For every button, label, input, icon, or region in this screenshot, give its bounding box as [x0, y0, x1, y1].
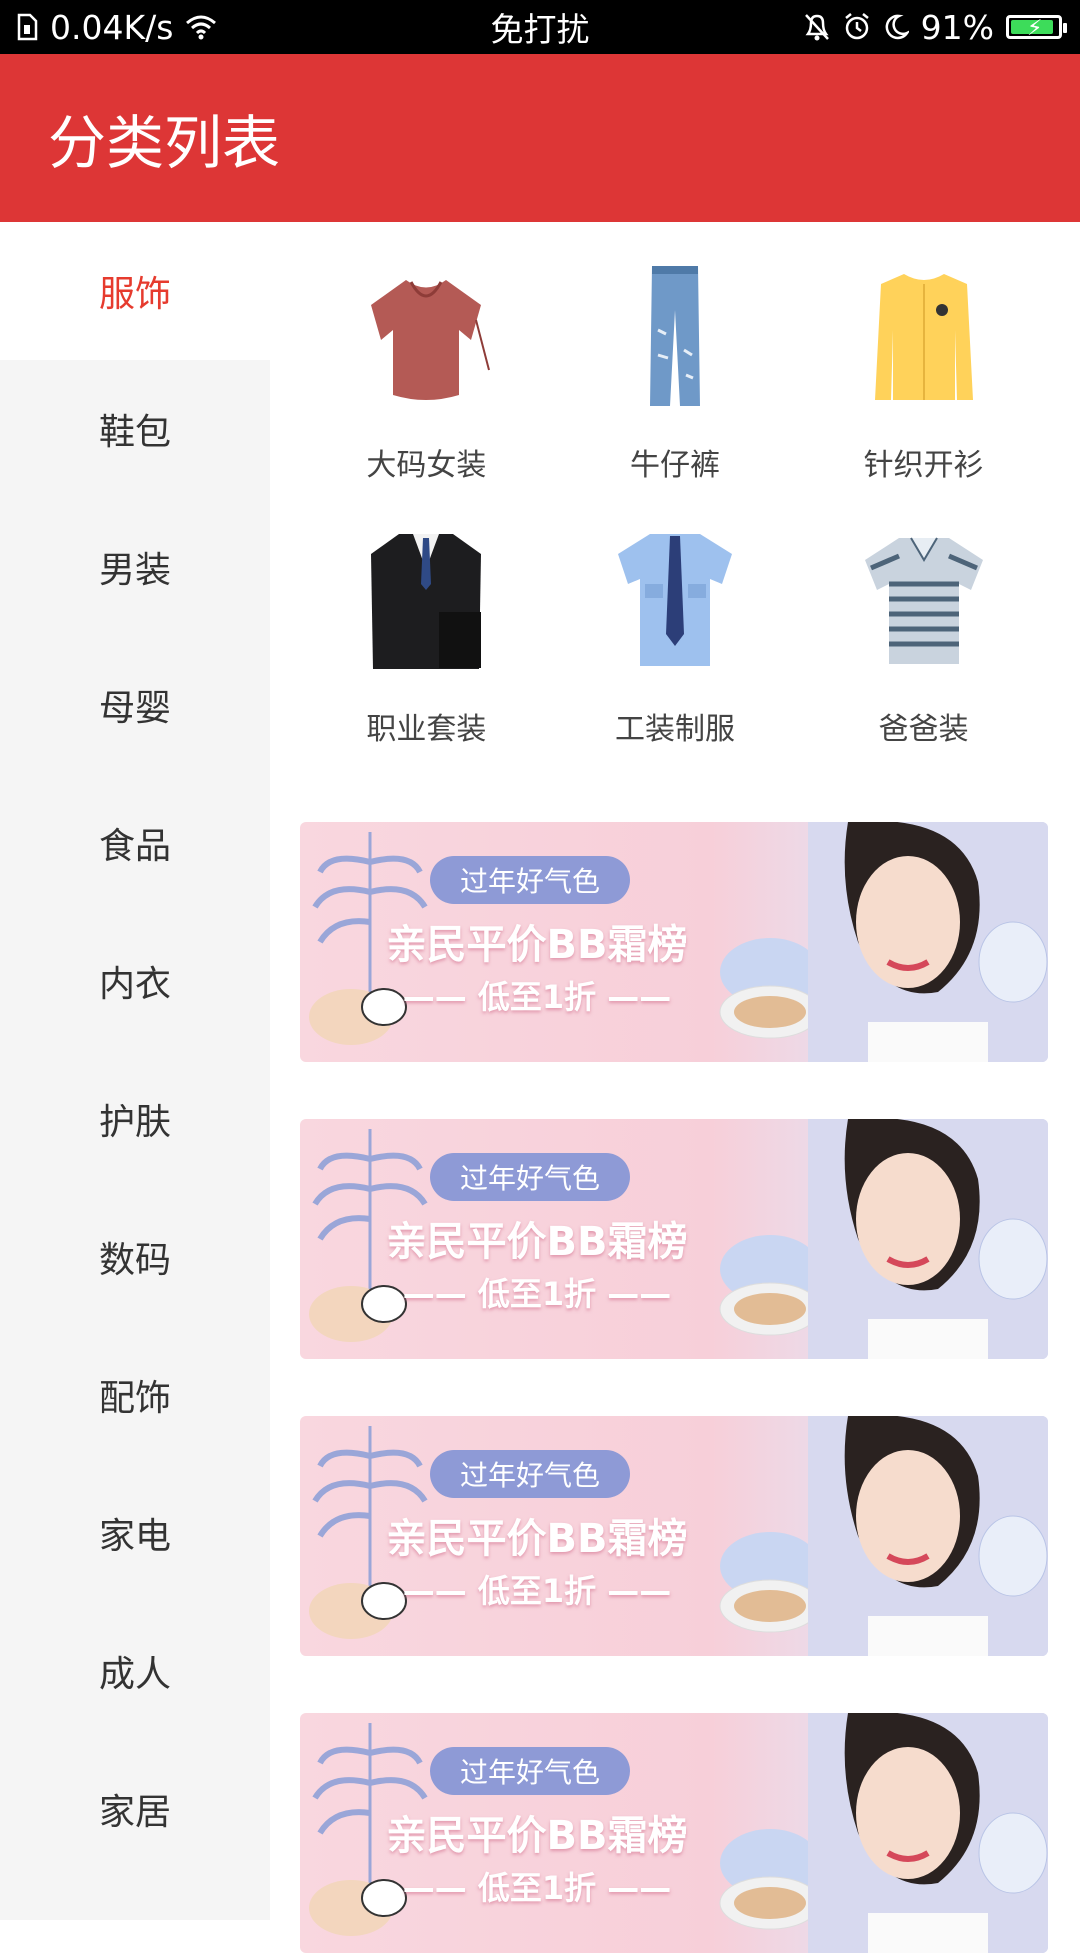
jeans-icon	[600, 260, 750, 410]
banner-title: 亲民平价BB霜榜	[386, 1219, 688, 1265]
sidebar-item-appliances[interactable]: 家电	[0, 1464, 270, 1602]
sidebar-item-food[interactable]: 食品	[0, 774, 270, 912]
category-content: 大码女装 牛仔裤 针织开衫 职业套装 工装制服 爸爸装 过年好气色 亲民平价BB…	[270, 222, 1080, 1953]
banner-title: 亲民平价BB霜榜	[386, 1516, 688, 1562]
status-bar: 0.04K/s 免打扰 91% ⚡	[0, 0, 1080, 54]
sidebar-item-adult[interactable]: 成人	[0, 1602, 270, 1740]
subcategory-grid: 大码女装 牛仔裤 针织开衫 职业套装 工装制服 爸爸装	[302, 260, 1048, 748]
subcategory-item[interactable]: 针织开衫	[799, 260, 1048, 484]
banner-title: 亲民平价BB霜榜	[386, 922, 688, 968]
sidebar-item-accessories[interactable]: 配饰	[0, 1326, 270, 1464]
cardigan-icon	[849, 260, 999, 410]
moon-icon	[883, 13, 909, 41]
subcategory-item[interactable]: 职业套装	[302, 524, 551, 748]
banner-subtitle: —— 低至1折 ——	[402, 1572, 672, 1610]
mute-bell-icon	[803, 12, 831, 42]
suit-icon	[351, 524, 501, 674]
banner-subtitle: —— 低至1折 ——	[402, 1275, 672, 1313]
subcategory-item[interactable]: 爸爸装	[799, 524, 1048, 748]
sidebar-item-underwear[interactable]: 内衣	[0, 912, 270, 1050]
banner-subtitle: —— 低至1折 ——	[402, 1869, 672, 1907]
model-photo-icon	[808, 1119, 1048, 1359]
battery-icon: ⚡	[1006, 15, 1067, 41]
subcategory-item[interactable]: 牛仔裤	[551, 260, 800, 484]
subcategory-label: 工装制服	[614, 712, 735, 747]
subcategory-label: 职业套装	[366, 712, 487, 747]
banner-title: 亲民平价BB霜榜	[386, 1813, 688, 1859]
blouse-icon	[351, 260, 501, 410]
promo-banner[interactable]: 过年好气色 亲民平价BB霜榜 —— 低至1折 ——	[300, 1416, 1048, 1656]
subcategory-label: 针织开衫	[863, 448, 984, 483]
model-photo-icon	[808, 822, 1048, 1062]
promo-banner[interactable]: 过年好气色 亲民平价BB霜榜 —— 低至1折 ——	[300, 822, 1048, 1062]
banner-pill: 过年好气色	[430, 1747, 630, 1795]
uniform-shirt-icon	[600, 524, 750, 674]
promo-banner[interactable]: 过年好气色 亲民平价BB霜榜 —— 低至1折 ——	[300, 1119, 1048, 1359]
category-sidebar: 服饰 鞋包 男装 母婴 食品 内衣 护肤 数码 配饰 家电 成人 家居	[0, 222, 270, 1920]
polo-shirt-icon	[849, 524, 999, 674]
banner-subtitle: —— 低至1折 ——	[402, 978, 672, 1016]
subcategory-label: 大码女装	[366, 448, 487, 483]
sidebar-item-clothing[interactable]: 服饰	[0, 222, 270, 360]
app-header: 分类列表	[0, 54, 1080, 222]
subcategory-label: 牛仔裤	[629, 448, 720, 483]
banner-pill: 过年好气色	[430, 1153, 630, 1201]
model-photo-icon	[808, 1416, 1048, 1656]
sidebar-item-digital[interactable]: 数码	[0, 1188, 270, 1326]
subcategory-item[interactable]: 大码女装	[302, 260, 551, 484]
subcategory-label: 爸爸装	[878, 712, 969, 747]
alarm-icon	[843, 12, 871, 42]
subcategory-item[interactable]: 工装制服	[551, 524, 800, 748]
battery-percent: 91%	[920, 7, 994, 47]
model-photo-icon	[808, 1713, 1048, 1953]
banner-pill: 过年好气色	[430, 856, 630, 904]
sidebar-item-skincare[interactable]: 护肤	[0, 1050, 270, 1188]
sidebar-item-home[interactable]: 家居	[0, 1740, 270, 1878]
banner-pill: 过年好气色	[430, 1450, 630, 1498]
sidebar-item-menswear[interactable]: 男装	[0, 498, 270, 636]
promo-banner[interactable]: 过年好气色 亲民平价BB霜榜 —— 低至1折 ——	[300, 1713, 1048, 1953]
sidebar-item-mother-baby[interactable]: 母婴	[0, 636, 270, 774]
sidebar-item-shoes-bags[interactable]: 鞋包	[0, 360, 270, 498]
page-title: 分类列表	[48, 109, 281, 177]
